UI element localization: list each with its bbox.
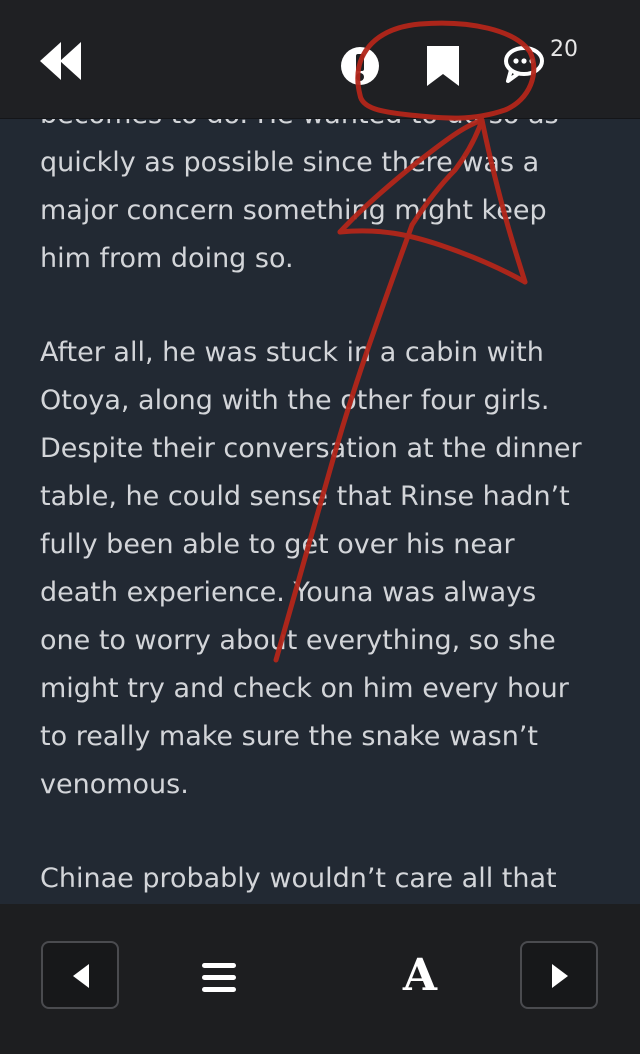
paragraph: After all, he was stuck in a cabin with … (40, 329, 610, 809)
chapter-text[interactable]: becomes to do. He wanted to do so as qui… (0, 119, 640, 904)
text-line: After all, he was stuck in a cabin with (40, 337, 544, 368)
text-line: him from doing so. (40, 243, 294, 274)
text-line: one to worry about everything, so she (40, 625, 556, 656)
text-line: death experience. Youna was always (40, 577, 537, 608)
paragraph: becomes to do. He wanted to do so as qui… (40, 119, 610, 283)
text-line: might try and check on him every hour (40, 673, 569, 704)
text-line: Despite their conversation at the dinner (40, 433, 582, 464)
text-line: to really make sure the snake wasn’t (40, 721, 538, 752)
text-line: becomes to do. He wanted to do so as (40, 119, 559, 130)
text-line: major concern something might keep (40, 195, 547, 226)
text-line: venomous. (40, 769, 189, 800)
hamburger-menu-icon[interactable] (200, 962, 238, 994)
top-toolbar: 20 (0, 0, 640, 119)
text-line: Chinae probably wouldn’t care all that (40, 863, 557, 894)
triangle-right-icon (552, 964, 568, 988)
text-line: fully been able to get over his near (40, 529, 515, 560)
text-line: Otoya, along with the other four girls. (40, 385, 550, 416)
bottom-toolbar: A (0, 904, 640, 1054)
comment-bubble-icon[interactable] (502, 44, 550, 84)
reader-screen: 20 becomes to do. He wanted to do so as … (0, 0, 640, 1054)
next-page-button[interactable] (520, 941, 598, 1009)
text-line: quickly as possible since there was a (40, 147, 540, 178)
paragraph: Chinae probably wouldn’t care all that (40, 855, 610, 903)
comment-count-badge: 20 (550, 37, 578, 62)
rewind-icon[interactable] (40, 42, 84, 80)
chapter-text-inner: becomes to do. He wanted to do so as qui… (40, 119, 610, 904)
text-line: table, he could sense that Rinse hadn’t (40, 481, 570, 512)
bookmark-icon[interactable] (424, 44, 462, 88)
info-icon[interactable] (338, 44, 382, 88)
triangle-left-icon (73, 964, 89, 988)
font-settings-button[interactable]: A (398, 948, 442, 1004)
previous-page-button[interactable] (41, 941, 119, 1009)
